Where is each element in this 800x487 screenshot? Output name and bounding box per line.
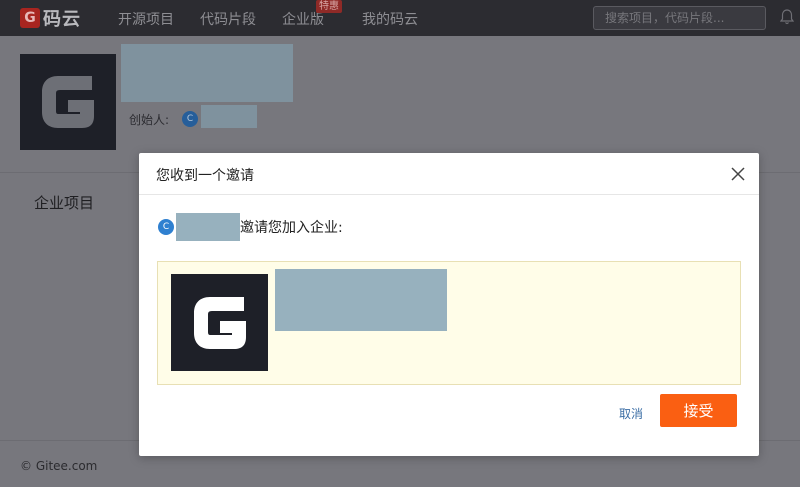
inviter-name-redacted[interactable] xyxy=(176,213,240,241)
top-nav: G 码云 开源项目 代码片段 企业版 特惠 我的码云 搜索项目，代码片段... xyxy=(0,0,800,36)
close-icon[interactable] xyxy=(729,165,747,183)
brand-logo[interactable]: G 码云 xyxy=(20,0,81,36)
section-title: 企业项目 xyxy=(34,194,95,212)
cancel-button[interactable]: 取消 xyxy=(619,405,643,422)
nav-link-open-source[interactable]: 开源项目 xyxy=(118,9,174,29)
brand-text: 码云 xyxy=(43,9,81,30)
gitee-g-icon xyxy=(42,76,94,128)
modal-header: 您收到一个邀请 xyxy=(139,153,759,195)
org-card-logo xyxy=(171,274,268,371)
promo-badge: 特惠 xyxy=(316,0,342,13)
nav-link-snippets[interactable]: 代码片段 xyxy=(200,9,256,29)
org-name-redacted xyxy=(121,44,293,102)
footer-copyright: © Gitee.com xyxy=(20,459,98,473)
bell-icon[interactable] xyxy=(780,9,794,25)
invitation-modal: 您收到一个邀请 C 邀请您加入企业: 取消 接受 xyxy=(139,153,759,456)
gitee-g-icon xyxy=(193,296,246,349)
nav-link-my-gitee[interactable]: 我的码云 xyxy=(362,9,418,29)
creator-name-redacted[interactable] xyxy=(201,105,257,128)
accept-button[interactable]: 接受 xyxy=(660,394,737,427)
modal-title: 您收到一个邀请 xyxy=(156,168,254,184)
brand-mark-icon: G xyxy=(20,8,40,28)
inviter-row: C 邀请您加入企业: xyxy=(158,213,343,241)
creator-avatar[interactable]: C xyxy=(182,111,198,127)
org-card xyxy=(157,261,741,385)
org-card-name-redacted xyxy=(275,269,447,331)
inviter-avatar[interactable]: C xyxy=(158,219,174,235)
search-input[interactable]: 搜索项目，代码片段... xyxy=(593,6,766,30)
invite-text: 邀请您加入企业: xyxy=(240,220,343,236)
org-logo xyxy=(20,54,116,150)
creator-label: 创始人: xyxy=(129,113,170,127)
